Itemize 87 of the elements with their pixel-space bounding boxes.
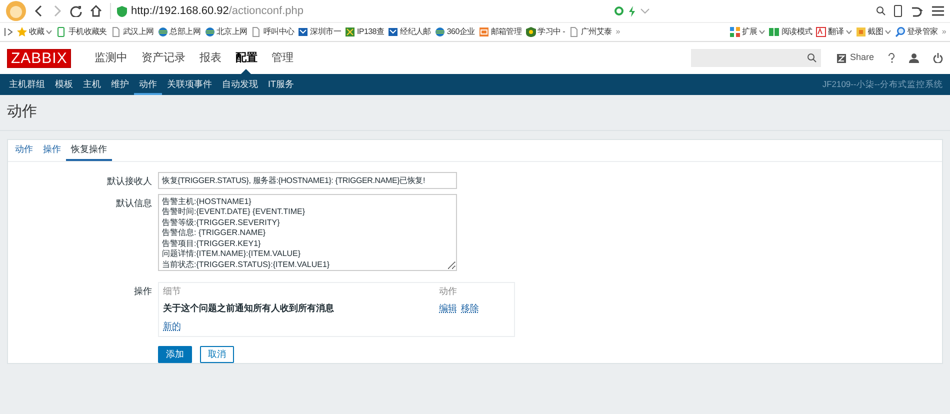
avatar-icon xyxy=(6,1,26,21)
submenu-item[interactable]: 模板 xyxy=(50,74,78,95)
translate-icon xyxy=(816,27,826,37)
reload-icon[interactable] xyxy=(70,5,82,17)
action-link[interactable]: 编辑 xyxy=(439,302,457,316)
share-link[interactable]: Share xyxy=(850,51,874,65)
tab[interactable]: 动作 xyxy=(10,140,38,160)
system-name: JF2109--小柒--分布式监控系统 xyxy=(822,78,944,91)
magnifier-icon xyxy=(895,27,906,37)
bookmark[interactable]: 武汉上网 xyxy=(122,26,154,38)
operation-detail: 关于这个问题之前通知所有人收到所有消息 xyxy=(163,302,335,315)
bookmark[interactable]: 广州艾泰 xyxy=(580,26,612,38)
home-icon[interactable] xyxy=(90,5,102,17)
page-title: 动作 xyxy=(0,95,950,130)
bookmark[interactable]: 收藏 xyxy=(29,26,44,38)
bookmark-more[interactable]: » xyxy=(616,26,620,38)
bookmark[interactable]: 经纪人邮 xyxy=(400,26,431,38)
form-button[interactable]: 取消 xyxy=(200,346,234,363)
bookmark[interactable]: IP138查 xyxy=(356,26,384,38)
url-text[interactable]: http://192.168.60.92/actionconf.php xyxy=(131,2,304,20)
caret-icon[interactable] xyxy=(46,30,52,34)
menu-item[interactable]: 资产记录 xyxy=(134,42,192,74)
submenu-item[interactable]: 动作 xyxy=(134,74,162,95)
tab[interactable]: 操作 xyxy=(38,140,66,160)
caret-icon[interactable] xyxy=(759,30,766,34)
submenu-item[interactable]: 关联项事件 xyxy=(162,74,217,95)
shield-icon xyxy=(117,6,127,16)
logo[interactable]: ZABBIX xyxy=(7,48,72,68)
phone-icon xyxy=(56,27,66,37)
sidebar-icon[interactable] xyxy=(4,27,13,37)
toolbar-item-more[interactable]: » xyxy=(942,26,946,38)
bookmark[interactable]: 360企业 xyxy=(446,26,475,38)
menu-item[interactable]: 监测中 xyxy=(87,42,134,74)
back-icon[interactable] xyxy=(34,5,44,17)
menu-item[interactable]: 报表 xyxy=(192,42,228,74)
submenu-item[interactable]: IT服务 xyxy=(263,74,299,95)
shield-icon xyxy=(526,27,536,37)
star-icon xyxy=(17,27,27,37)
toolbar-item[interactable]: 截图 xyxy=(868,26,884,38)
help-icon[interactable] xyxy=(888,53,895,63)
globe-icon xyxy=(158,27,168,37)
page-icon xyxy=(110,27,121,37)
bookmark[interactable]: 邮箱管理 xyxy=(490,26,522,38)
column-header: 细节 xyxy=(163,284,182,298)
caret-icon[interactable] xyxy=(846,30,852,34)
grid-icon xyxy=(730,27,740,37)
new-link[interactable]: 新的 xyxy=(163,320,181,330)
phone-icon[interactable] xyxy=(894,5,902,17)
tab[interactable]: 恢复操作 xyxy=(66,140,112,160)
field-label: 默认信息 xyxy=(115,196,152,210)
search-icon[interactable] xyxy=(806,53,817,63)
field-label: 默认接收人 xyxy=(106,174,152,188)
user-icon[interactable] xyxy=(909,53,919,63)
toolbar-item[interactable]: 翻译 xyxy=(828,26,844,38)
column-header: 动作 xyxy=(439,284,457,298)
form-button[interactable]: 添加 xyxy=(158,346,192,363)
menu-icon[interactable] xyxy=(932,6,944,16)
power-icon[interactable] xyxy=(933,53,943,63)
bookmark[interactable]: 手机收藏夹 xyxy=(68,26,107,38)
bookmark[interactable]: 北京上网 xyxy=(216,26,248,38)
menu-item[interactable]: 管理 xyxy=(264,42,300,74)
recipient-field[interactable]: 恢复{TRIGGER.STATUS}, 服务器:{HOSTNAME1}: {TRIGGER.NAME}已恢复! xyxy=(158,172,457,188)
undo-icon[interactable] xyxy=(910,5,924,17)
field-label: 操作 xyxy=(133,284,152,298)
toolbar-item[interactable]: 登录管家 xyxy=(907,26,938,38)
bookmark[interactable]: 呼叫中心 xyxy=(263,26,294,38)
message-field[interactable]: 告警主机:{HOSTNAME1} 告警时间:{EVENT.DATE} {EVENT.TIME} 告警等级:{TRIGGER.SEVERITY} 告警信息: {TRIGGER.NAME} 告警项目:{TRIGGER.KEY1} 问题详情:{ITEM.NAME}:{ITEM.VALUE} 当前状态:{TRIGGER.STATUS}:{ITEM.VALUE1} xyxy=(158,194,457,270)
toolbar-item[interactable]: 扩展 xyxy=(742,26,758,38)
book-icon xyxy=(769,27,780,37)
search-field[interactable] xyxy=(690,49,821,67)
search-icon[interactable] xyxy=(876,6,886,16)
bookmark[interactable]: 总部上网 xyxy=(170,26,201,38)
submenu-item[interactable]: 自动发现 xyxy=(217,74,263,95)
share-icon xyxy=(836,54,846,62)
submenu-item[interactable]: 主机 xyxy=(78,74,106,95)
toolbar-item[interactable]: 阅读模式 xyxy=(781,26,812,38)
submenu-item[interactable]: 维护 xyxy=(106,74,134,95)
bookmark[interactable]: 学习中 - xyxy=(538,26,565,38)
globe-icon xyxy=(204,27,215,37)
bookmark[interactable]: 深圳市一 xyxy=(310,26,341,38)
globe-icon xyxy=(434,27,445,37)
lightning-icon xyxy=(628,6,636,16)
submenu-item[interactable]: 主机群组 xyxy=(4,74,50,95)
action-link[interactable]: 移除 xyxy=(461,302,479,316)
page-icon xyxy=(568,27,579,37)
caret-icon[interactable] xyxy=(885,30,892,34)
page-icon xyxy=(251,27,262,37)
